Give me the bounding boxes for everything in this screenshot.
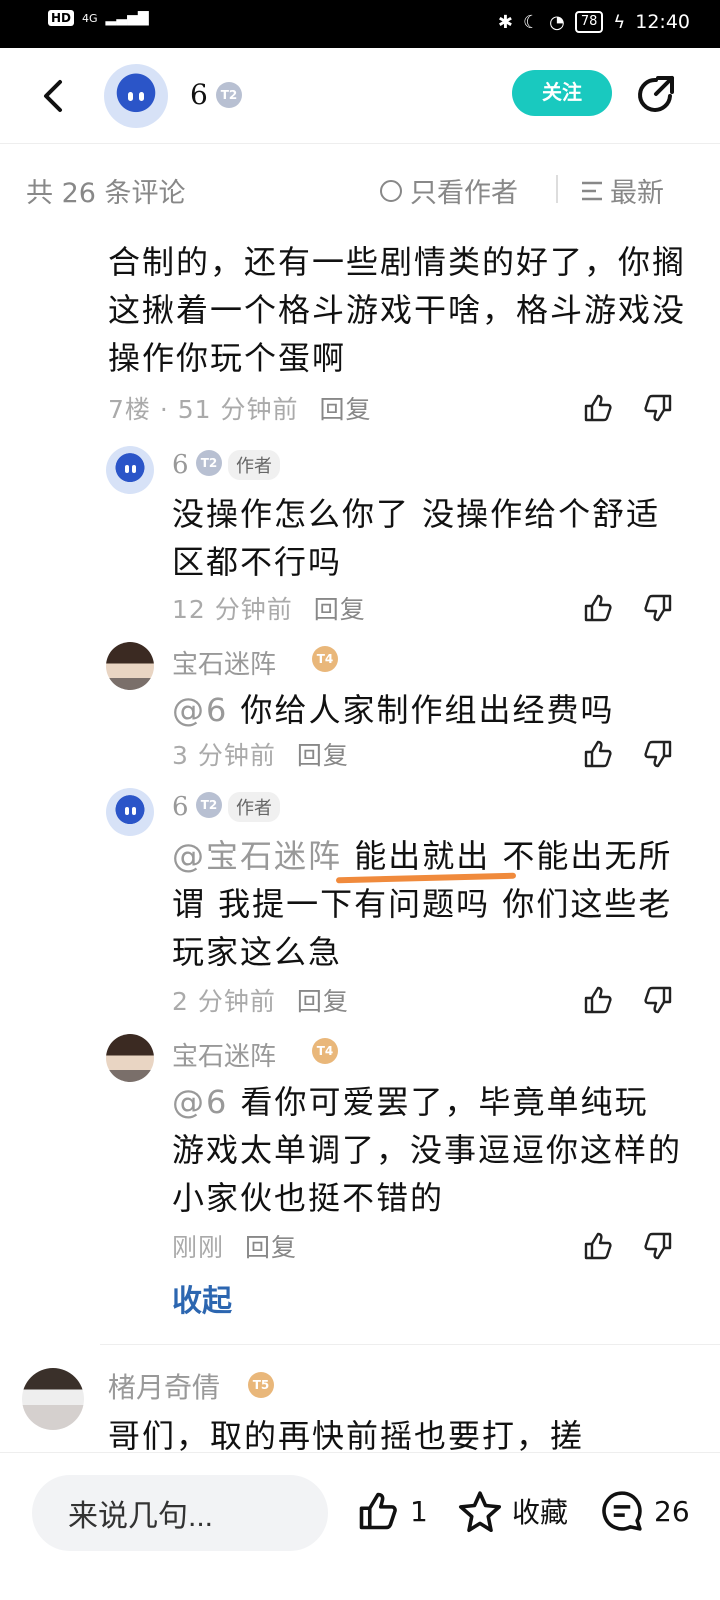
vote-group — [582, 984, 682, 1020]
clock: 12:40 — [635, 11, 690, 33]
only-author-label: 只看作者 — [410, 178, 518, 209]
vote-group — [582, 592, 682, 628]
reply-text: 没操作怎么你了 没操作给个舒适区都不行吗 — [172, 495, 661, 581]
mention[interactable]: @宝石迷阵 — [172, 837, 342, 875]
comment-meta: 7楼 · 51 分钟前 回复 — [108, 390, 371, 426]
reply-text: @宝石迷阵 能出就出 不能出无所谓 我提一下有问题吗 你们这些老玩家这么急 — [172, 832, 682, 976]
reply-time: 刚刚 — [172, 1233, 225, 1262]
share-icon[interactable] — [634, 72, 678, 116]
reply-button[interactable]: 回复 — [297, 987, 349, 1016]
like-button[interactable]: 1 — [356, 1489, 428, 1533]
level-badge: T2 — [216, 82, 242, 108]
comment-count: 共 26 条评论 — [26, 178, 186, 209]
thumbs-down-icon[interactable] — [642, 592, 674, 624]
sort-label: 最新 — [610, 178, 664, 209]
radio-icon — [380, 179, 402, 202]
reply-text: @6 你给人家制作组出经费吗 — [172, 686, 682, 734]
level-badge: T5 — [248, 1372, 274, 1398]
hd-indicator: HD — [48, 10, 75, 26]
reply-meta: 3 分钟前 回复 — [172, 736, 349, 772]
level-badge: T2 — [196, 450, 222, 476]
reply-author-name[interactable]: 宝石迷阵 — [172, 1036, 276, 1073]
mention[interactable]: @6 — [172, 1083, 228, 1121]
reply-avatar[interactable] — [106, 446, 154, 494]
floor-number: 7楼 — [108, 395, 151, 424]
comment-icon — [602, 1491, 642, 1531]
comments-button[interactable]: 26 — [600, 1489, 690, 1533]
thumbs-up-icon[interactable] — [582, 592, 614, 624]
reply-avatar[interactable] — [106, 788, 154, 836]
collapse-button[interactable]: 收起 — [172, 1276, 232, 1320]
back-icon[interactable] — [36, 76, 76, 116]
level-badge: T4 — [312, 1038, 338, 1064]
signal-bars-icon: ▂▃▅▇ — [105, 10, 149, 26]
battery-indicator: 78 — [574, 11, 604, 33]
reply-meta: 刚刚 回复 — [172, 1228, 297, 1264]
bluetooth-icon: ✱ — [497, 11, 513, 33]
commenter-name[interactable]: 楮月奇倩 — [108, 1366, 220, 1406]
signal-indicator: 4G — [82, 11, 98, 25]
author-name[interactable]: 6 — [190, 78, 208, 111]
favorite-button[interactable]: 收藏 — [458, 1489, 568, 1533]
reply-time: 12 分钟前 — [172, 595, 293, 624]
reply-text: @6 看你可爱罢了，毕竟单纯玩游戏太单调了，没事逗逗你这样的小家伙也挺不错的 — [172, 1078, 682, 1222]
thumbs-down-icon[interactable] — [642, 738, 674, 770]
follow-button[interactable]: 关注 — [512, 70, 612, 116]
divider — [556, 175, 558, 203]
reply-avatar[interactable] — [106, 1034, 154, 1082]
comment-count: 26 — [654, 1494, 690, 1528]
charging-icon: ϟ — [613, 11, 626, 33]
vote-group — [582, 738, 682, 774]
status-bar: HD 4G ▂▃▅▇ ✱ ☾ ◔ 78 ϟ 12:40 — [0, 0, 720, 48]
reply-author-name[interactable]: 6 — [172, 450, 189, 480]
reply-button[interactable]: 回复 — [314, 595, 366, 624]
commenter-avatar[interactable] — [22, 1368, 84, 1430]
bottom-action-bar: 来说几句... 1 收藏 26 — [0, 1452, 720, 1600]
thumbs-up-icon[interactable] — [582, 1230, 614, 1262]
mention[interactable]: @6 — [172, 691, 228, 729]
author-tag: 作者 — [228, 450, 280, 480]
thumbs-down-icon[interactable] — [642, 392, 674, 424]
thumbs-down-icon[interactable] — [642, 984, 674, 1016]
author-avatar[interactable] — [104, 64, 168, 128]
sort-button[interactable]: 最新 — [580, 171, 664, 210]
divider — [100, 1344, 720, 1345]
reply-body: 看你可爱罢了，毕竟单纯玩游戏太单调了，没事逗逗你这样的小家伙也挺不错的 — [172, 1083, 683, 1217]
author-tag: 作者 — [228, 792, 280, 822]
thumbs-up-icon[interactable] — [582, 984, 614, 1016]
reply-time: 2 分钟前 — [172, 987, 276, 1016]
reply-author-name[interactable]: 宝石迷阵 — [172, 644, 276, 681]
reply-meta: 12 分钟前 回复 — [172, 590, 366, 626]
comment-time: · 51 分钟前 — [159, 395, 299, 424]
level-badge: T2 — [196, 792, 222, 818]
like-count: 1 — [410, 1494, 428, 1528]
thumbs-up-icon[interactable] — [582, 392, 614, 424]
speed-icon: ◔ — [549, 11, 565, 33]
reply-time: 3 分钟前 — [172, 741, 276, 770]
only-author-toggle[interactable]: 只看作者 — [380, 171, 518, 210]
highlighted-text: 能出就出 — [354, 837, 491, 875]
reply-button[interactable]: 回复 — [245, 1233, 297, 1262]
vote-group — [582, 392, 682, 428]
star-icon — [458, 1491, 502, 1533]
reply-author-name[interactable]: 6 — [172, 792, 189, 822]
reply-avatar[interactable] — [106, 642, 154, 690]
vote-group — [582, 1230, 682, 1266]
sort-icon — [582, 181, 602, 200]
reply-meta: 2 分钟前 回复 — [172, 982, 349, 1018]
moon-icon: ☾ — [522, 11, 540, 33]
comment-text: 合制的，还有一些剧情类的好了，你搁这揪着一个格斗游戏干啥，格斗游戏没操作你玩个蛋… — [108, 243, 687, 377]
comment-input[interactable]: 来说几句... — [32, 1475, 328, 1551]
thumbs-up-icon[interactable] — [582, 738, 614, 770]
reply-button[interactable]: 回复 — [297, 741, 349, 770]
top-bar: 6 T2 关注 — [0, 48, 720, 144]
favorite-label: 收藏 — [512, 1496, 569, 1529]
comment-toolbar: 共 26 条评论 只看作者 最新 — [0, 145, 720, 229]
reply-button[interactable]: 回复 — [319, 395, 371, 424]
thumbs-down-icon[interactable] — [642, 1230, 674, 1262]
thumbs-up-icon — [359, 1492, 397, 1530]
level-badge: T4 — [312, 646, 338, 672]
reply-body: 你给人家制作组出经费吗 — [240, 691, 615, 729]
